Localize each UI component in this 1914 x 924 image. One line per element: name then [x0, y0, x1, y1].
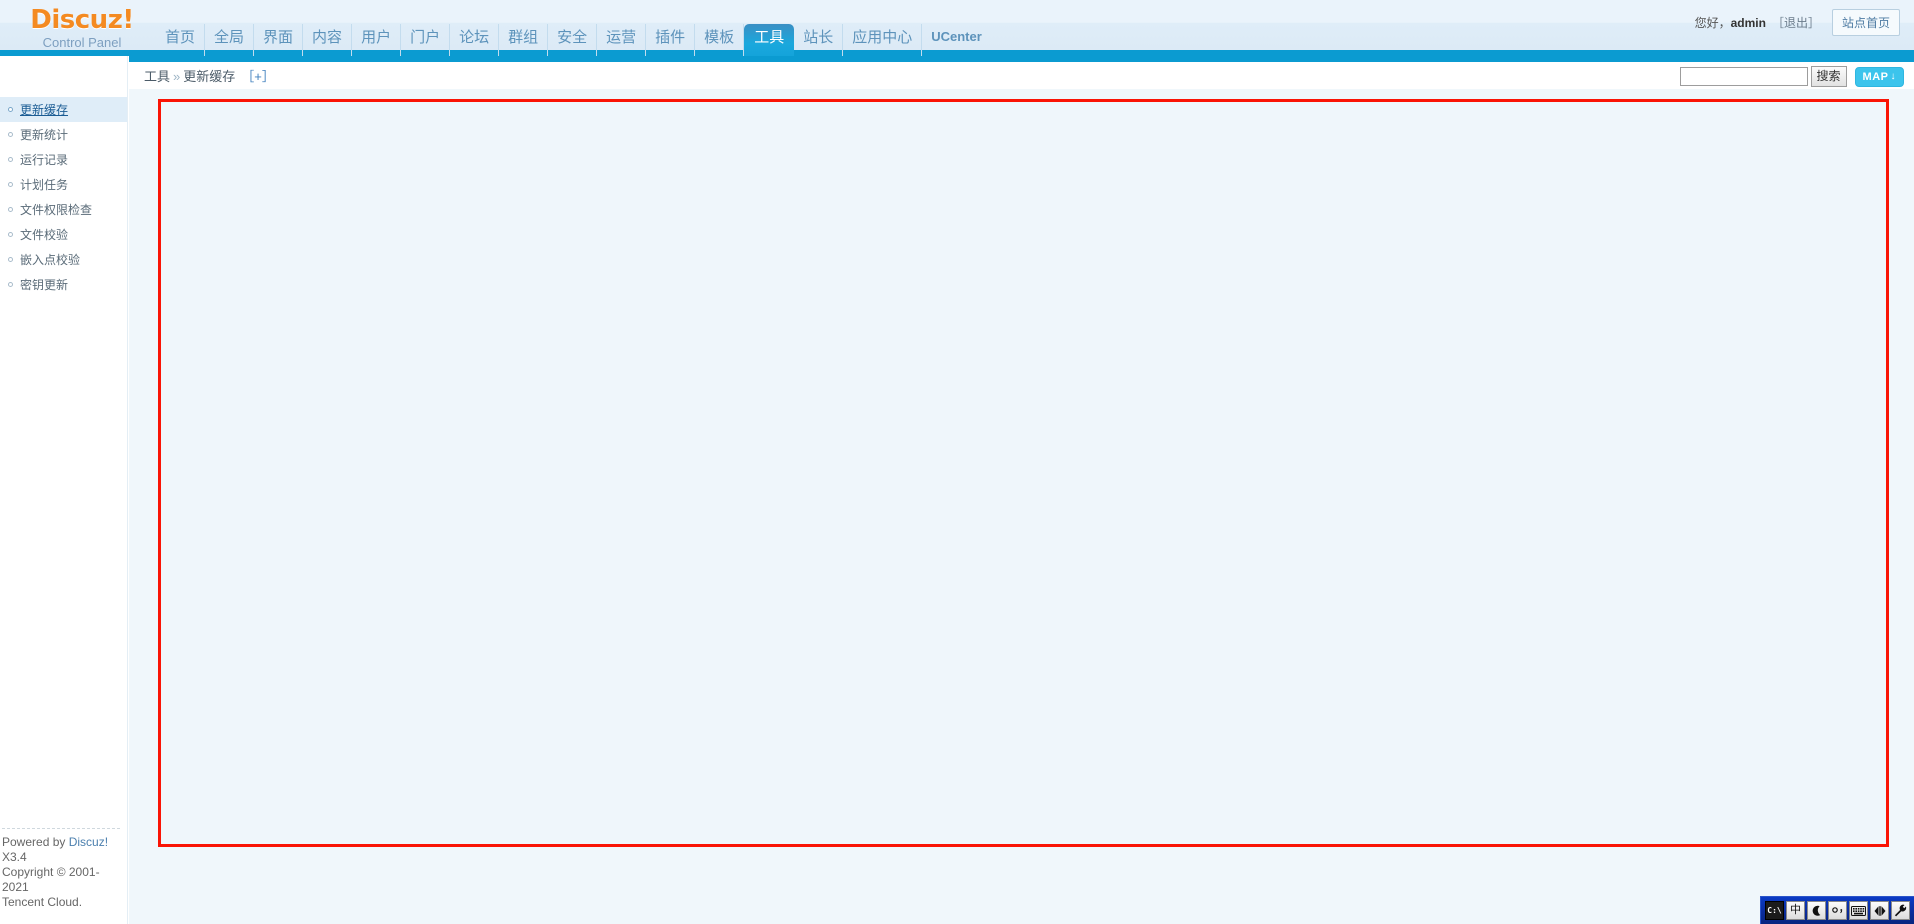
highlighted-region	[158, 99, 1889, 847]
footer-version: X3.4	[2, 850, 27, 864]
breadcrumb-separator: »	[173, 69, 181, 84]
footer-powered-prefix: Powered by	[2, 835, 69, 849]
ime-toolbar: C:\ 中	[1760, 896, 1914, 924]
nav-item-13[interactable]: 站长	[794, 24, 844, 56]
sidebar-item-4[interactable]: 文件权限检查	[0, 197, 127, 222]
sidebar-item-label: 更新统计	[20, 127, 69, 142]
nav-item-11[interactable]: 模板	[695, 24, 745, 56]
nav-item-5[interactable]: 门户	[401, 24, 451, 56]
bullet-icon	[8, 207, 13, 212]
breadcrumb-expand-toggle[interactable]: ［+］	[241, 69, 275, 84]
bullet-icon	[8, 107, 13, 112]
main-navigation: 首页 全局 界面 内容 用户 门户 论坛 群组 安全 运营 插件 模板 工具 站长 应用中心 UCenter	[156, 14, 991, 57]
user-area: 您好，admin ［退出］ 站点首页	[1695, 9, 1900, 36]
footer-divider	[2, 828, 120, 829]
greeting-text: 您好，admin	[1695, 14, 1766, 31]
sidebar-item-6[interactable]: 嵌入点校验	[0, 247, 127, 272]
sidebar-item-label: 更新缓存	[20, 102, 69, 117]
username-label: admin	[1730, 16, 1766, 30]
breadcrumb: 工具» 更新缓存 ［+］	[144, 68, 275, 86]
bullet-icon	[8, 232, 13, 237]
bullet-icon	[8, 257, 13, 262]
search-input[interactable]	[1679, 67, 1808, 86]
sidebar-item-1[interactable]: 更新统计	[0, 122, 127, 147]
nav-item-7[interactable]: 群组	[499, 24, 549, 56]
sidebar: 更新缓存更新统计运行记录计划任务文件权限检查 文件校验嵌入点校验密钥更新	[0, 56, 128, 924]
logout-link[interactable]: ［退出］	[1772, 14, 1820, 31]
footer-copyright: Copyright © 2001-2021	[2, 865, 100, 894]
sidebar-item-label: 计划任务	[20, 177, 69, 192]
nav-item-3[interactable]: 内容	[303, 24, 353, 56]
nav-item-0[interactable]: 首页	[156, 24, 206, 56]
soft-keyboard-icon[interactable]	[1849, 901, 1868, 920]
nav-item-15[interactable]: UCenter	[922, 23, 991, 56]
input-settings-icon[interactable]	[1870, 901, 1889, 920]
app-header: Discuz! Control Panel 首页 全局 界面 内容 用户 门户 论坛 群组 安全…	[0, 0, 1914, 57]
nav-item-10[interactable]: 插件	[646, 24, 696, 56]
bullet-icon	[8, 157, 13, 162]
nav-item-4[interactable]: 用户	[352, 24, 402, 56]
nav-item-8[interactable]: 安全	[548, 24, 598, 56]
breadcrumb-current: 更新缓存	[183, 69, 236, 84]
nav-item-1[interactable]: 全局	[205, 24, 255, 56]
chinese-english-toggle-icon[interactable]: 中	[1786, 901, 1805, 920]
sidebar-item-label: 文件权限检查	[20, 202, 93, 217]
sidebar-item-2[interactable]: 运行记录	[0, 147, 127, 172]
brand-name: Discuz!	[30, 5, 134, 35]
brand-subtitle: Control Panel	[42, 35, 122, 50]
map-button-label: MAP	[1862, 70, 1889, 83]
map-button[interactable]: MAP ↓	[1854, 66, 1904, 87]
nav-item-14[interactable]: 应用中心	[843, 24, 923, 56]
sidebar-item-7[interactable]: 密钥更新	[0, 272, 127, 297]
nav-item-9[interactable]: 运营	[597, 24, 647, 56]
bullet-icon	[8, 282, 13, 287]
footer-discuz-link[interactable]: Discuz!	[69, 835, 108, 849]
site-home-button[interactable]: 站点首页	[1831, 9, 1900, 36]
sidebar-menu: 更新缓存更新统计运行记录计划任务文件权限检查 文件校验嵌入点校验密钥更新	[0, 56, 127, 297]
search-button[interactable]: 搜索	[1810, 66, 1847, 87]
sidebar-item-label: 嵌入点校验	[20, 252, 81, 267]
sidebar-item-label: 密钥更新	[20, 277, 69, 292]
punctuation-toggle-icon[interactable]	[1828, 901, 1847, 920]
bullet-icon	[8, 132, 13, 137]
nav-item-6[interactable]: 论坛	[450, 24, 500, 56]
brand-logo[interactable]: Discuz! Control Panel	[22, 6, 142, 51]
input-method-prompt-icon[interactable]: C:\	[1765, 901, 1784, 920]
greeting-prefix: 您好，	[1694, 16, 1731, 30]
crescent-mode-icon[interactable]	[1807, 901, 1826, 920]
chevron-down-icon: ↓	[1890, 70, 1896, 82]
footer: Powered by Discuz! X3.4 Copyright © 2001…	[0, 828, 128, 910]
footer-powered-line: Powered by Discuz! X3.4	[2, 835, 124, 865]
sidebar-item-label: 运行记录	[20, 152, 69, 167]
sidebar-item-0[interactable]: 更新缓存	[0, 97, 127, 122]
sidebar-item-5[interactable]: 文件校验	[0, 222, 127, 247]
breadcrumb-parent[interactable]: 工具	[144, 69, 170, 84]
toolbox-wrench-icon[interactable]	[1891, 901, 1910, 920]
nav-item-2[interactable]: 界面	[254, 24, 304, 56]
bullet-icon	[8, 182, 13, 187]
nav-item-12[interactable]: 工具	[744, 24, 795, 57]
sidebar-item-3[interactable]: 计划任务	[0, 172, 127, 197]
content-body	[161, 102, 1886, 844]
search-area: 搜索 MAP ↓	[1679, 66, 1904, 87]
content-area	[129, 89, 1914, 924]
footer-vendor: Tencent Cloud.	[2, 895, 83, 909]
breadcrumb-bar: 工具» 更新缓存 ［+］ 搜索 MAP ↓	[129, 56, 1914, 89]
sidebar-item-label: 文件校验	[20, 227, 69, 242]
